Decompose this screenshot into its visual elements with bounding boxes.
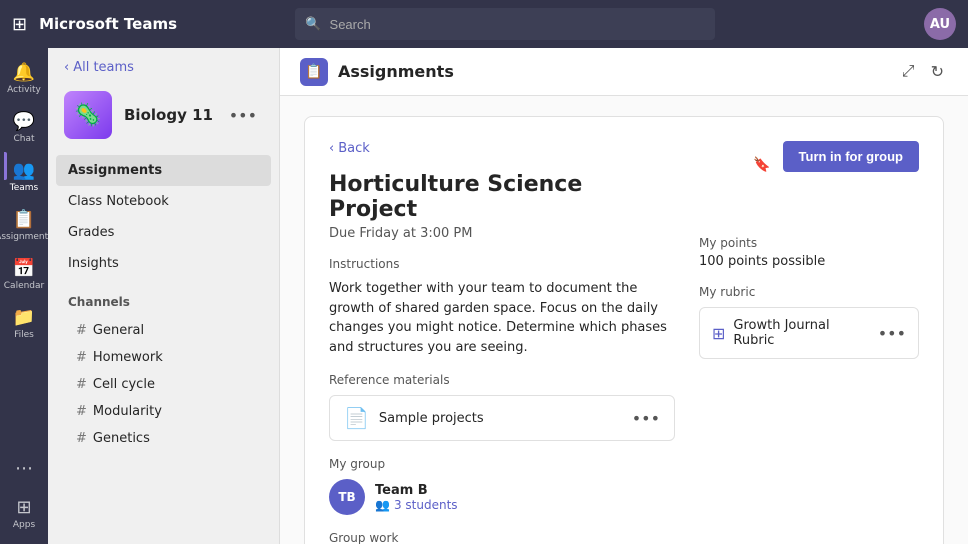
assignment-main: ‹ Back Horticulture Science Project Due … <box>329 141 675 544</box>
channels-label: Channels <box>48 283 279 313</box>
rubric-label: My rubric <box>699 285 919 299</box>
reference-more-button[interactable]: ••• <box>632 409 660 428</box>
turn-in-button[interactable]: Turn in for group <box>783 141 919 172</box>
assignment-title: Horticulture Science Project <box>329 172 675 222</box>
expand-icon[interactable]: ⤢ <box>898 58 919 86</box>
app-title: Microsoft Teams <box>39 15 177 33</box>
content-header-title: Assignments <box>338 62 454 81</box>
group-name: Team B <box>375 483 458 498</box>
team-avatar: 🦠 <box>64 91 112 139</box>
bookmark-icon[interactable]: 🔖 <box>749 152 774 177</box>
chevron-left-icon: ‹ <box>64 60 69 75</box>
rubric-name: Growth Journal Rubric <box>733 318 869 348</box>
group-work-label: Group work <box>329 531 675 544</box>
avatar[interactable]: AU <box>924 8 956 40</box>
sidebar-nav-insights[interactable]: Insights <box>56 248 271 279</box>
search-icon: 🔍 <box>305 17 321 32</box>
calendar-icon: 📅 <box>13 258 35 279</box>
group-card: TB Team B 👥 3 students <box>329 479 675 515</box>
sidebar-nav-assignments[interactable]: Assignments <box>56 155 271 186</box>
reference-label: Reference materials <box>329 373 675 387</box>
rail-item-chat[interactable]: 💬 Chat <box>4 105 44 150</box>
group-info: Team B 👥 3 students <box>375 483 458 512</box>
rail-item-files[interactable]: 📁 Files <box>4 301 44 346</box>
channel-genetics[interactable]: Genetics <box>56 425 271 452</box>
rail-item-more[interactable]: ⋯ <box>4 452 44 487</box>
rail-label-apps: Apps <box>13 520 35 530</box>
assignment-card: ‹ Back Horticulture Science Project Due … <box>304 116 944 544</box>
instructions-label: Instructions <box>329 257 675 271</box>
channel-general[interactable]: General <box>56 317 271 344</box>
chat-icon: 💬 <box>13 111 35 132</box>
rail-label-activity: Activity <box>7 85 41 95</box>
sidebar-nav-grades[interactable]: Grades <box>56 217 271 248</box>
apps-icon: ⊞ <box>16 497 31 518</box>
search-bar[interactable]: 🔍 <box>295 8 715 40</box>
students-count: 3 students <box>394 498 458 512</box>
team-name: Biology 11 <box>124 106 213 124</box>
group-label: My group <box>329 457 675 471</box>
reference-file-icon: 📄 <box>344 406 369 430</box>
content-header: 📋 Assignments ⤢ ↻ <box>280 48 968 96</box>
sidebar-nav: Assignments Class Notebook Grades Insigh… <box>48 151 279 283</box>
channel-homework[interactable]: Homework <box>56 344 271 371</box>
teams-icon: 👥 <box>13 160 35 181</box>
rubric-more-button[interactable]: ••• <box>878 324 906 343</box>
reference-name: Sample projects <box>379 411 622 426</box>
rubric-icon: ⊞ <box>712 324 725 343</box>
assignment-due: Due Friday at 3:00 PM <box>329 226 675 241</box>
files-icon: 📁 <box>13 307 35 328</box>
rail-label-calendar: Calendar <box>4 281 44 291</box>
assignments-rail-icon: 📋 <box>13 209 35 230</box>
grid-icon[interactable]: ⊞ <box>12 14 27 35</box>
sidebar: ‹ All teams 🦠 Biology 11 ••• Assignments… <box>48 48 280 544</box>
channel-modularity[interactable]: Modularity <box>56 398 271 425</box>
instructions-body: Work together with your team to document… <box>329 279 675 357</box>
rail-item-activity[interactable]: 🔔 Activity <box>4 56 44 101</box>
points-section: My points 100 points possible <box>699 236 919 269</box>
reference-card[interactable]: 📄 Sample projects ••• <box>329 395 675 441</box>
main-layout: 🔔 Activity 💬 Chat 👥 Teams 📋 Assignments … <box>0 48 968 544</box>
rail-label-teams: Teams <box>10 183 38 193</box>
rubric-card[interactable]: ⊞ Growth Journal Rubric ••• <box>699 307 919 359</box>
rail-item-apps[interactable]: ⊞ Apps <box>4 491 44 536</box>
team-more-button[interactable]: ••• <box>223 104 263 127</box>
students-icon: 👥 <box>375 498 390 512</box>
refresh-icon[interactable]: ↻ <box>927 58 948 86</box>
back-to-all-teams[interactable]: ‹ All teams <box>48 48 279 83</box>
rail-label-files: Files <box>14 330 34 340</box>
rail-label-assignments: Assignments <box>0 232 53 242</box>
points-label: My points <box>699 236 919 250</box>
activity-icon: 🔔 <box>13 62 35 83</box>
content-scroll: ‹ Back Horticulture Science Project Due … <box>280 96 968 544</box>
back-link[interactable]: ‹ Back <box>329 141 675 156</box>
points-value: 100 points possible <box>699 254 919 269</box>
all-teams-label: All teams <box>73 60 134 75</box>
team-header: 🦠 Biology 11 ••• <box>48 83 279 151</box>
group-students: 👥 3 students <box>375 498 458 512</box>
topbar: ⊞ Microsoft Teams 🔍 AU <box>0 0 968 48</box>
back-label: Back <box>338 141 370 156</box>
rail-item-calendar[interactable]: 📅 Calendar <box>4 252 44 297</box>
group-avatar: TB <box>329 479 365 515</box>
rail-item-teams[interactable]: 👥 Teams <box>4 154 44 199</box>
card-top-actions: 🔖 Turn in for group <box>699 141 919 188</box>
more-icon: ⋯ <box>15 458 33 479</box>
left-rail: 🔔 Activity 💬 Chat 👥 Teams 📋 Assignments … <box>0 48 48 544</box>
search-input[interactable] <box>330 17 706 32</box>
rail-label-chat: Chat <box>13 134 34 144</box>
content-area: 📋 Assignments ⤢ ↻ ‹ Back Horticulture Sc… <box>280 48 968 544</box>
back-chevron-icon: ‹ <box>329 141 334 156</box>
channel-cell-cycle[interactable]: Cell cycle <box>56 371 271 398</box>
header-actions: ⤢ ↻ <box>898 58 948 86</box>
assignments-header-icon: 📋 <box>300 58 328 86</box>
active-indicator <box>4 152 7 180</box>
assignment-right: 🔖 Turn in for group My points 100 points… <box>699 141 919 544</box>
channels-list: General Homework Cell cycle Modularity G… <box>48 313 279 456</box>
rail-item-assignments[interactable]: 📋 Assignments <box>4 203 44 248</box>
team-name-row: Biology 11 ••• <box>124 104 263 127</box>
sidebar-nav-class-notebook[interactable]: Class Notebook <box>56 186 271 217</box>
